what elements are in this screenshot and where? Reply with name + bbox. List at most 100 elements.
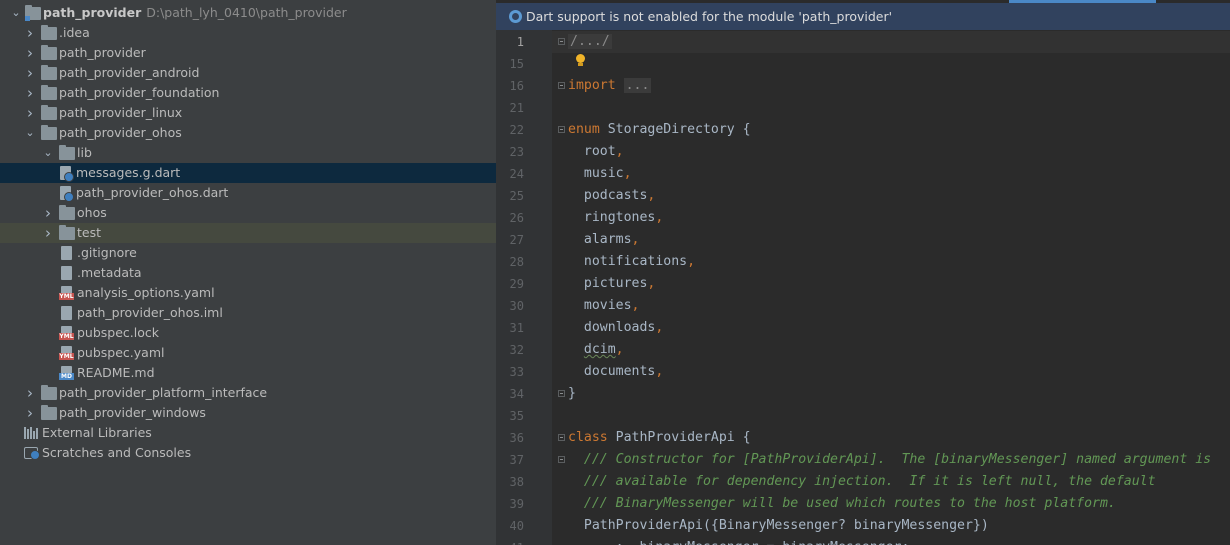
tree-item[interactable]: messages.g.dart [0, 163, 496, 183]
line-number: 37 [509, 453, 524, 467]
code-line[interactable]: PathProviderApi({BinaryMessenger? binary… [568, 515, 989, 537]
tree-item[interactable]: YML analysis_options.yaml [0, 283, 496, 303]
yaml-file-icon: YML [59, 286, 74, 300]
tree-item-label: analysis_options.yaml [77, 285, 215, 300]
tree-item[interactable]: ⌄ lib [0, 143, 496, 163]
tree-item[interactable]: › path_provider_foundation [0, 83, 496, 103]
line-number: 30 [509, 299, 524, 313]
tree-item[interactable]: › path_provider_windows [0, 403, 496, 423]
dart-support-banner[interactable]: Dart support is not enabled for the modu… [496, 3, 1230, 30]
code-line[interactable]: notifications, [568, 251, 695, 273]
lightbulb-icon[interactable] [576, 54, 585, 66]
code-token: /// Constructor for [PathProviderApi]. T… [568, 452, 1212, 467]
tree-item-label: path_provider_android [59, 65, 200, 80]
code-line[interactable]: alarms, [568, 229, 640, 251]
chevron-right-icon[interactable]: › [24, 23, 36, 43]
tree-item[interactable]: › .idea [0, 23, 496, 43]
fold-marker-icon[interactable] [558, 38, 565, 45]
fold-marker-icon[interactable] [558, 390, 565, 397]
fold-marker-icon[interactable] [558, 126, 565, 133]
chevron-right-icon[interactable]: › [24, 83, 36, 103]
code-line[interactable]: ringtones, [568, 207, 663, 229]
code-token: PathProviderApi { [607, 430, 751, 445]
code-line[interactable]: /// Constructor for [PathProviderApi]. T… [568, 449, 1211, 471]
code-line[interactable]: music, [568, 163, 632, 185]
tree-item[interactable]: ⌄ path_provider_ohos [0, 123, 496, 143]
dart-file-icon [60, 166, 74, 182]
tree-item[interactable]: .metadata [0, 263, 496, 283]
line-number: 24 [509, 167, 524, 181]
chevron-right-icon[interactable]: › [42, 223, 54, 243]
chevron-down-icon[interactable]: ⌄ [24, 123, 36, 143]
code-line[interactable]: root, [568, 141, 624, 163]
chevron-down-icon[interactable]: ⌄ [10, 3, 22, 23]
code-line[interactable]: class PathProviderApi { [568, 427, 751, 449]
tree-item[interactable]: External Libraries [0, 423, 496, 443]
tree-item[interactable]: .gitignore [0, 243, 496, 263]
chevron-right-icon[interactable]: › [24, 383, 36, 403]
code-line[interactable]: documents, [568, 361, 663, 383]
tree-item-label: ohos [77, 205, 107, 220]
tree-item[interactable]: › path_provider_platform_interface [0, 383, 496, 403]
banner-text: Dart support is not enabled for the modu… [526, 9, 893, 24]
folder-icon [41, 105, 57, 120]
tree-item[interactable]: › path_provider [0, 43, 496, 63]
tree-item-label: path_provider_ohos.iml [77, 305, 223, 320]
code-token: , [631, 232, 640, 247]
code-line[interactable]: dcim, [568, 339, 624, 361]
code-line[interactable]: /// available for dependency injection. … [568, 471, 1156, 493]
tree-item[interactable]: MD README.md [0, 363, 496, 383]
code-token: downloads [568, 320, 656, 335]
fold-marker-icon[interactable] [558, 434, 565, 441]
code-line[interactable]: movies, [568, 295, 640, 317]
chevron-right-icon[interactable]: › [24, 63, 36, 83]
tree-item[interactable]: › path_provider_linux [0, 103, 496, 123]
chevron-right-icon[interactable]: › [42, 203, 54, 223]
code-line[interactable]: } [568, 383, 576, 405]
line-number: 29 [509, 277, 524, 291]
line-number: 25 [509, 189, 524, 203]
chevron-right-icon[interactable]: › [24, 43, 36, 63]
project-tree-panel[interactable]: ⌄ path_provider D:\path_lyh_0410\path_pro… [0, 0, 496, 545]
code-line[interactable]: pictures, [568, 273, 655, 295]
line-number: 35 [509, 409, 524, 423]
tree-item-label: External Libraries [42, 425, 152, 440]
code-token: PathProviderApi({BinaryMessenger? binary… [568, 518, 989, 533]
code-token: /.../ [568, 34, 612, 49]
line-number-gutter[interactable]: 1 15 16 21 22 23 24 25 26 27 28 29 30 31 32 33 34 35 36 37 3… [496, 30, 552, 545]
code-token: , [631, 298, 640, 313]
module-folder-icon [25, 5, 41, 21]
fold-marker-icon[interactable] [558, 82, 565, 89]
code-line[interactable]: /.../ [568, 31, 612, 53]
code-token: podcasts [568, 188, 648, 203]
tree-item[interactable]: › ohos [0, 203, 496, 223]
code-line[interactable]: /// BinaryMessenger will be used which r… [568, 493, 1116, 515]
tree-item[interactable]: path_provider_ohos.iml [0, 303, 496, 323]
tree-item-label: README.md [77, 365, 155, 380]
tree-item[interactable]: › test [0, 223, 496, 243]
code-line[interactable]: podcasts, [568, 185, 655, 207]
code-editor[interactable]: Dart support is not enabled for the modu… [496, 0, 1230, 545]
code-token: pictures [568, 276, 648, 291]
tree-item[interactable]: path_provider_ohos.dart [0, 183, 496, 203]
tree-root-row[interactable]: ⌄ path_provider D:\path_lyh_0410\path_pro… [0, 3, 496, 23]
code-line[interactable]: import ... [568, 75, 652, 97]
code-line[interactable]: : _binaryMessenger = binaryMessenger; [568, 537, 910, 545]
code-token: , [647, 188, 656, 203]
code-line[interactable]: enum StorageDirectory { [568, 119, 751, 141]
tree-item[interactable]: YML pubspec.yaml [0, 343, 496, 363]
chevron-down-icon[interactable]: ⌄ [42, 143, 54, 163]
code-line[interactable]: downloads, [568, 317, 663, 339]
tree-item[interactable]: › path_provider_android [0, 63, 496, 83]
tree-item[interactable]: YML pubspec.lock [0, 323, 496, 343]
tree-item[interactable]: Scratches and Consoles [0, 443, 496, 463]
line-number: 16 [509, 79, 524, 93]
chevron-right-icon[interactable]: › [24, 103, 36, 123]
chevron-right-icon[interactable]: › [24, 403, 36, 423]
code-token: ringtones [568, 210, 656, 225]
fold-marker-icon[interactable] [558, 456, 565, 463]
line-number: 36 [509, 431, 524, 445]
tree-item-label: path_provider [59, 45, 146, 60]
code-token: notifications [568, 254, 688, 269]
